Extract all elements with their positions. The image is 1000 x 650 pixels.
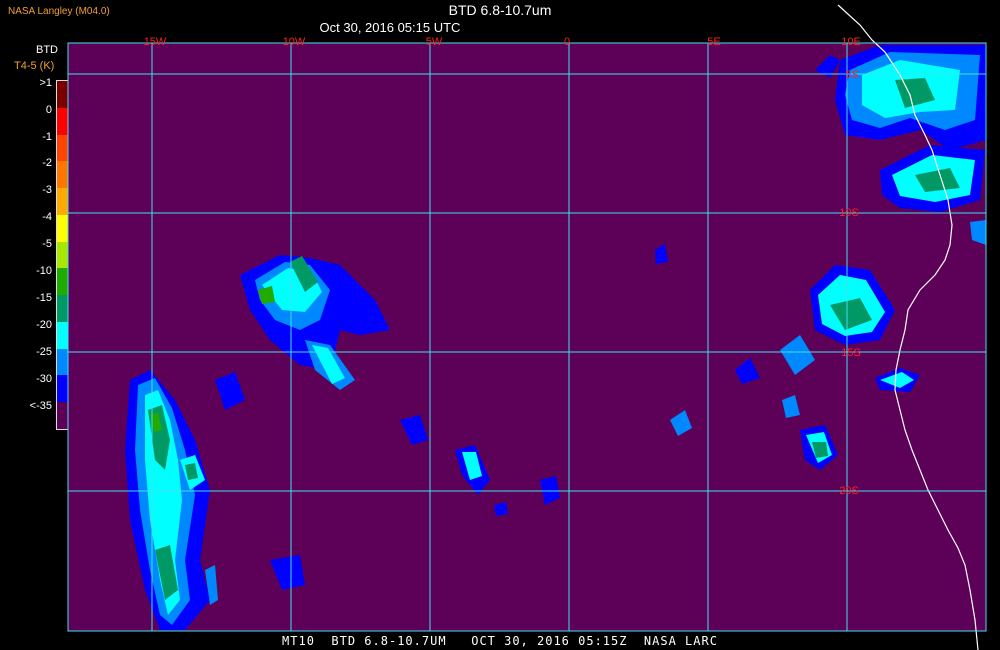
satellite-map: 15W 10W 5W 0 5E 10E 5S 10S 15S 20S	[67, 4, 987, 650]
longitude-label: 0	[564, 36, 570, 48]
longitude-label: 10W	[283, 36, 306, 48]
latitude-label: 15S	[841, 347, 861, 359]
latitude-label: 10S	[839, 207, 859, 219]
latitude-label: 5S	[845, 69, 858, 81]
longitude-label: 10E	[841, 36, 861, 48]
longitude-label: 5E	[707, 36, 720, 48]
longitude-label: 15W	[144, 36, 167, 48]
latitude-label: 20S	[839, 485, 859, 497]
longitude-label: 5W	[426, 36, 443, 48]
footer-caption: MT10 BTD 6.8-10.7UM OCT 30, 2016 05:15Z …	[282, 634, 718, 648]
